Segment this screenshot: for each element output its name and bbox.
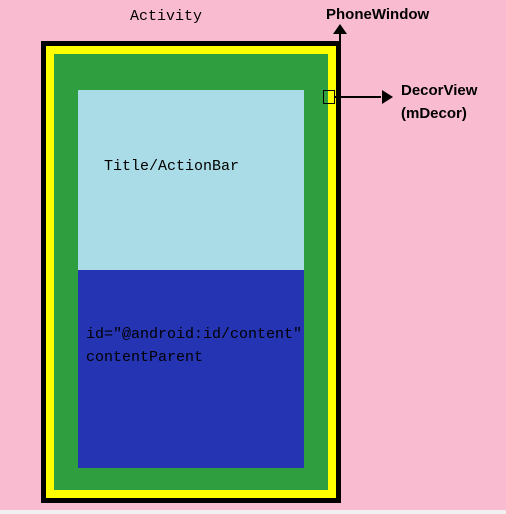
activity-container: Activity PhoneWindow Title/ActionBar id=… <box>0 0 506 510</box>
content-parent-label: contentParent <box>86 347 304 370</box>
phone-window-label: PhoneWindow <box>326 6 429 23</box>
decor-view-arrow-icon <box>323 88 393 106</box>
title-action-bar-box: Title/ActionBar <box>78 90 304 270</box>
decor-view-label-line1: DecorView <box>401 80 477 103</box>
title-action-bar-label: Title/ActionBar <box>104 158 239 175</box>
phone-window-box: Title/ActionBar id="@android:id/content"… <box>41 41 341 503</box>
content-parent-box: id="@android:id/content" contentParent <box>78 270 304 468</box>
decor-view-label: DecorView (mDecor) <box>401 80 477 125</box>
content-id-label: id="@android:id/content" <box>86 324 304 347</box>
decor-view-label-line2: (mDecor) <box>401 103 477 126</box>
decor-view-box: Title/ActionBar id="@android:id/content"… <box>54 54 328 490</box>
activity-label: Activity <box>130 8 202 25</box>
